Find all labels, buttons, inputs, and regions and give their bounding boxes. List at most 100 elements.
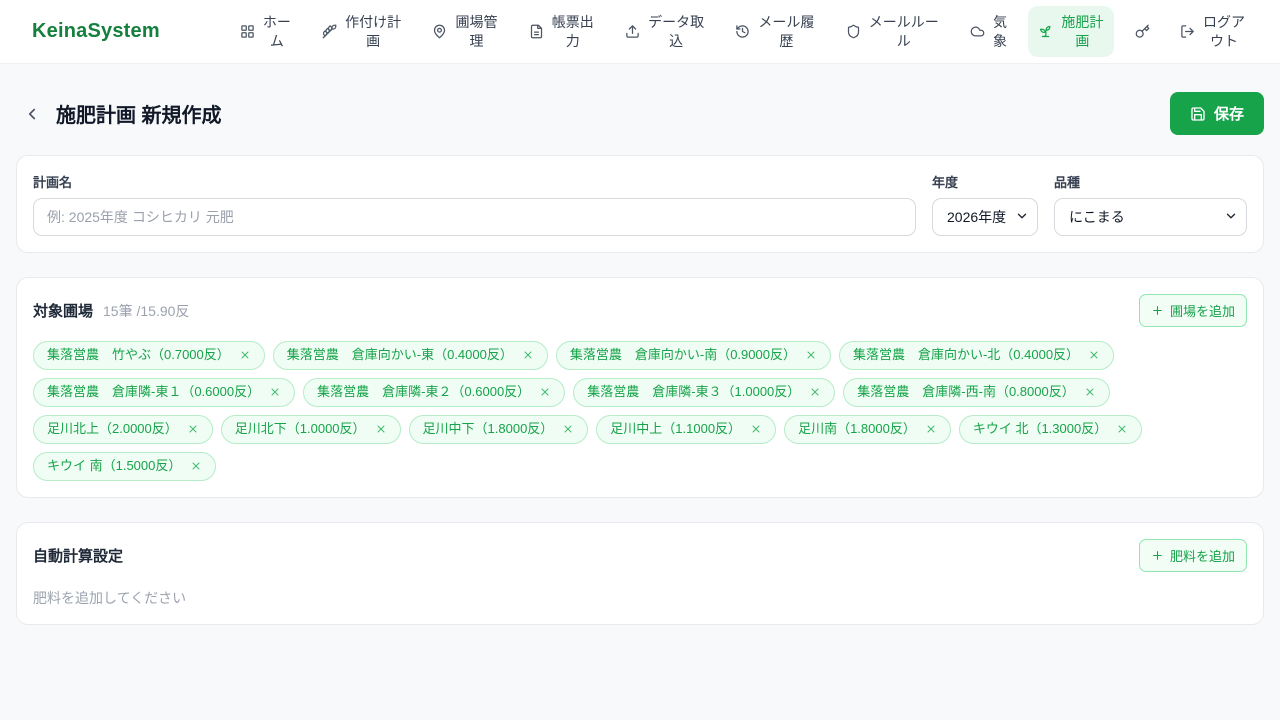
nav-item-label: メール履歴 bbox=[758, 13, 815, 49]
nav-item-mail-history[interactable]: メール履歴 bbox=[725, 6, 825, 58]
nav-item-logout[interactable]: ログアウト bbox=[1170, 6, 1256, 58]
remove-field-icon[interactable] bbox=[750, 423, 762, 435]
nav-item-label: ログアウト bbox=[1202, 13, 1245, 49]
remove-field-icon[interactable] bbox=[375, 423, 387, 435]
field-tag-label: 集落営農 倉庫向かい-東（0.4000反） bbox=[286, 347, 513, 362]
history-icon bbox=[735, 24, 750, 39]
nav-item-fertilization-plan[interactable]: 施肥計画 bbox=[1028, 5, 1115, 58]
save-button-label: 保存 bbox=[1213, 106, 1244, 123]
target-fields-summary: 15筆 /15.90反 bbox=[103, 302, 190, 319]
remove-field-icon[interactable] bbox=[269, 386, 281, 398]
field-tag-label: キウイ 北（1.3000反） bbox=[972, 420, 1108, 436]
field-tag-label: 集落営農 倉庫隣-東２（0.6000反） bbox=[317, 383, 531, 399]
field-tag-label: 足川南（1.8000反） bbox=[798, 420, 916, 436]
field-tag: 集落営農 倉庫隣-東３（1.0000反） bbox=[573, 377, 836, 407]
field-tag: 集落営農 竹やぶ（0.7000反） bbox=[33, 341, 265, 370]
nav-items: ホーム 作付け計画 圃場管理 帳票出力 データ取込 メール履歴 メールルール 気… bbox=[230, 5, 1256, 58]
field-tag: 足川中上（1.1000反） bbox=[596, 414, 777, 444]
nav-item-label: 圃場管理 bbox=[455, 13, 498, 49]
plus-icon bbox=[1151, 304, 1164, 317]
field-tag-label: 集落営農 倉庫隣-西-南（0.8000反） bbox=[857, 383, 1075, 399]
remove-field-icon[interactable] bbox=[1088, 349, 1100, 361]
document-icon bbox=[529, 24, 544, 39]
save-icon bbox=[1190, 106, 1206, 122]
nav-item-label: メールルール bbox=[868, 13, 939, 49]
plan-form-card: 計画名 年度 2026年度 品種 にこまる bbox=[16, 155, 1264, 253]
field-tag: 集落営農 倉庫向かい-南（0.9000反） bbox=[555, 341, 831, 370]
remove-field-icon[interactable] bbox=[925, 423, 937, 435]
field-tag: 集落営農 倉庫隣-東２（0.6000反） bbox=[303, 377, 566, 407]
map-pin-icon bbox=[432, 24, 447, 39]
upload-icon bbox=[625, 24, 640, 39]
back-button[interactable] bbox=[16, 98, 48, 130]
auto-calc-card: 自動計算設定 肥料を追加 肥料を追加してください bbox=[16, 521, 1264, 625]
plan-name-label: 計画名 bbox=[33, 175, 73, 190]
nav-item-planting-plan[interactable]: 作付け計画 bbox=[312, 6, 412, 58]
field-tag: キウイ 南（1.5000反） bbox=[33, 451, 217, 481]
field-tag-label: 集落営農 倉庫向かい-南（0.9000反） bbox=[569, 347, 796, 362]
field-tag-label: 足川北上（2.0000反） bbox=[47, 420, 178, 436]
remove-field-icon[interactable] bbox=[190, 460, 202, 472]
top-navigation: KeinaSystem ホーム 作付け計画 圃場管理 帳票出力 データ取込 メー… bbox=[0, 0, 1280, 64]
plan-name-input[interactable] bbox=[33, 198, 916, 236]
brand-logo[interactable]: KeinaSystem bbox=[32, 20, 160, 43]
field-tag: 足川中下（1.8000反） bbox=[408, 414, 589, 444]
cloud-icon bbox=[970, 24, 985, 39]
nav-item-label: ホーム bbox=[262, 13, 291, 49]
wheat-icon bbox=[322, 24, 337, 39]
add-field-button[interactable]: 圃場を追加 bbox=[1138, 294, 1247, 327]
field-tag: 集落営農 倉庫向かい-北（0.4000反） bbox=[838, 341, 1115, 370]
page-title: 施肥計画 新規作成 bbox=[56, 105, 222, 127]
field-tag: 足川北下（1.0000反） bbox=[220, 414, 401, 444]
remove-field-icon[interactable] bbox=[539, 386, 551, 398]
target-fields-title: 対象圃場 bbox=[33, 303, 94, 320]
remove-field-icon[interactable] bbox=[1116, 423, 1128, 435]
add-field-button-label: 圃場を追加 bbox=[1169, 304, 1235, 319]
nav-item-label: データ取込 bbox=[648, 13, 705, 49]
nav-item-data-import[interactable]: データ取込 bbox=[615, 6, 715, 58]
nav-item-label: 帳票出力 bbox=[551, 13, 594, 49]
remove-field-icon[interactable] bbox=[562, 423, 574, 435]
nav-item-home[interactable]: ホーム bbox=[230, 6, 302, 58]
remove-field-icon[interactable] bbox=[805, 349, 817, 361]
field-tag-label: 集落営農 倉庫隣-東３（1.0000反） bbox=[587, 383, 801, 399]
nav-item-report-output[interactable]: 帳票出力 bbox=[519, 6, 605, 58]
field-tag: 足川南（1.8000反） bbox=[784, 414, 951, 444]
add-fertilizer-button-label: 肥料を追加 bbox=[1169, 548, 1235, 564]
field-tag-label: 足川中上（1.1000反） bbox=[610, 420, 742, 436]
field-tag-label: 足川北下（1.0000反） bbox=[234, 420, 366, 436]
variety-label: 品種 bbox=[1054, 175, 1081, 190]
field-tag-label: 集落営農 倉庫隣-東１（0.6000反） bbox=[47, 383, 261, 399]
field-tag: 集落営農 倉庫向かい-東（0.4000反） bbox=[272, 341, 548, 370]
save-button[interactable]: 保存 bbox=[1169, 92, 1264, 135]
shield-icon bbox=[846, 24, 861, 39]
remove-field-icon[interactable] bbox=[239, 349, 251, 361]
nav-item-label: 作付け計画 bbox=[345, 13, 402, 49]
page-header: 施肥計画 新規作成 保存 bbox=[0, 64, 1280, 155]
nav-item-label: 施肥計画 bbox=[1061, 13, 1104, 49]
nav-item-mail-rules[interactable]: メールルール bbox=[836, 6, 950, 58]
variety-select[interactable]: にこまる bbox=[1054, 198, 1247, 236]
field-tag-label: 集落営農 竹やぶ（0.7000反） bbox=[47, 347, 230, 362]
field-tag: 集落営農 倉庫隣-東１（0.6000反） bbox=[33, 377, 296, 407]
remove-field-icon[interactable] bbox=[522, 349, 534, 361]
logout-icon bbox=[1180, 24, 1195, 39]
nav-item-weather[interactable]: 気象 bbox=[960, 6, 1018, 58]
remove-field-icon[interactable] bbox=[187, 423, 199, 435]
fertilizer-empty-text: 肥料を追加してください bbox=[33, 589, 187, 606]
field-tag-list: 集落営農 竹やぶ（0.7000反） 集落営農 倉庫向かい-東（0.4000反） … bbox=[33, 341, 1247, 481]
auto-calc-title: 自動計算設定 bbox=[33, 547, 124, 565]
year-label: 年度 bbox=[932, 175, 959, 190]
field-tag-label: キウイ 南（1.5000反） bbox=[47, 457, 182, 473]
field-tag-label: 足川中下（1.8000反） bbox=[422, 420, 554, 436]
field-tag: キウイ 北（1.3000反） bbox=[958, 414, 1143, 444]
nav-item-label: 気象 bbox=[993, 13, 1008, 49]
nav-item-key[interactable] bbox=[1125, 17, 1160, 46]
nav-item-field-management[interactable]: 圃場管理 bbox=[422, 6, 508, 58]
remove-field-icon[interactable] bbox=[809, 386, 821, 398]
target-fields-card: 対象圃場 15筆 /15.90反 圃場を追加 集落営農 竹やぶ（0.7000反）… bbox=[16, 277, 1264, 498]
add-fertilizer-button[interactable]: 肥料を追加 bbox=[1138, 538, 1247, 572]
remove-field-icon[interactable] bbox=[1084, 386, 1096, 398]
year-select[interactable]: 2026年度 bbox=[932, 198, 1038, 236]
plus-icon bbox=[1151, 549, 1164, 562]
